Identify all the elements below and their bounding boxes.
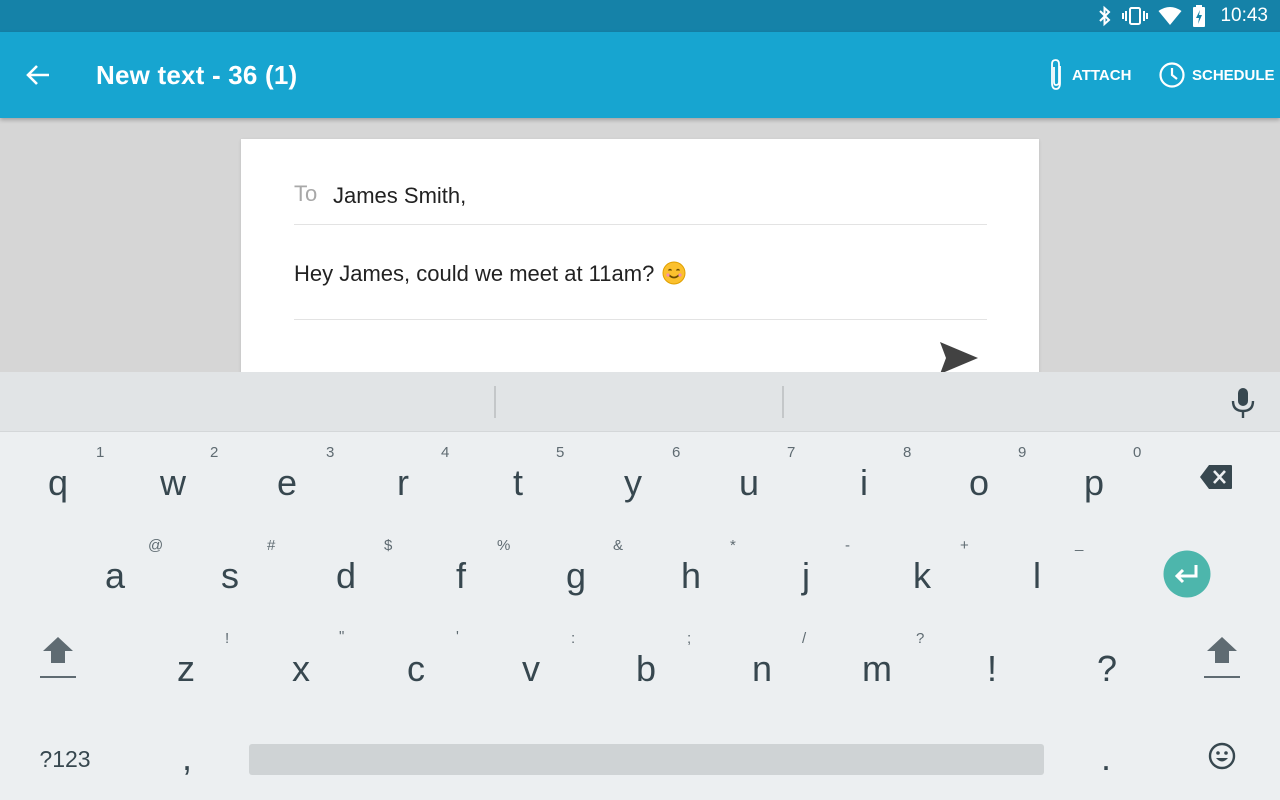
- key-comma[interactable]: ,: [137, 713, 237, 800]
- key-f[interactable]: f%: [411, 527, 511, 617]
- key-m[interactable]: m?: [827, 620, 927, 710]
- key-x[interactable]: x ": [251, 620, 351, 710]
- key-e[interactable]: e3: [237, 434, 337, 524]
- schedule-label: SCHEDULE: [1192, 66, 1275, 84]
- smiling-face-emoji: [662, 261, 686, 291]
- enter-icon: [1163, 550, 1211, 598]
- suggestion-strip: [0, 372, 1280, 432]
- key-s[interactable]: s #: [180, 527, 280, 617]
- message-body: Hey James, could we meet at 11am?: [294, 261, 655, 286]
- key-t[interactable]: t5: [468, 434, 568, 524]
- back-button[interactable]: [18, 55, 58, 95]
- key-q[interactable]: q1: [8, 434, 108, 524]
- shift-icon: [1207, 637, 1237, 663]
- key-b[interactable]: b;: [596, 620, 696, 710]
- key-o[interactable]: o9: [929, 434, 1029, 524]
- symbols-key[interactable]: ?123: [20, 734, 110, 784]
- message-text[interactable]: Hey James, could we meet at 11am?: [294, 257, 686, 287]
- key-question[interactable]: ?: [1057, 620, 1157, 710]
- key-exclamation[interactable]: !: [942, 620, 1042, 710]
- key-l[interactable]: l _: [987, 527, 1087, 617]
- attach-label: ATTACH: [1072, 66, 1132, 84]
- shift-icon: [43, 637, 73, 663]
- shift-key-right[interactable]: [1172, 620, 1272, 710]
- key-c[interactable]: c ': [366, 620, 466, 710]
- key-p[interactable]: p0: [1044, 434, 1144, 524]
- vibrate-icon: [1122, 6, 1149, 26]
- key-g[interactable]: g &: [526, 527, 626, 617]
- shift-key-left[interactable]: [8, 620, 108, 710]
- message-field[interactable]: Hey James, could we meet at 11am?: [294, 225, 987, 320]
- battery-charging-icon: [1192, 5, 1206, 27]
- backspace-icon: [1200, 465, 1232, 489]
- microphone-icon: [1231, 388, 1255, 418]
- compose-card: To James Smith, Hey James, could we meet…: [241, 139, 1039, 379]
- key-h[interactable]: h *: [641, 527, 741, 617]
- space-key[interactable]: [249, 744, 1044, 775]
- key-r[interactable]: r4: [353, 434, 453, 524]
- app-bar: New text - 36 (1) ATTACH SCHEDULE: [0, 32, 1280, 118]
- key-n[interactable]: n /: [712, 620, 812, 710]
- key-i[interactable]: i8: [814, 434, 914, 524]
- paperclip-icon: [1051, 59, 1061, 90]
- key-a[interactable]: a @: [65, 527, 165, 617]
- recipient-field[interactable]: To James Smith,: [294, 179, 987, 225]
- backspace-key[interactable]: [1166, 434, 1266, 524]
- wifi-icon: [1158, 6, 1182, 26]
- schedule-button[interactable]: SCHEDULE: [1158, 58, 1275, 92]
- key-y[interactable]: y6: [583, 434, 683, 524]
- emoji-icon: [1208, 742, 1236, 770]
- attach-button[interactable]: ATTACH: [1046, 58, 1131, 92]
- key-w[interactable]: w2: [123, 434, 223, 524]
- key-v[interactable]: v:: [481, 620, 581, 710]
- clock-icon: [1159, 62, 1185, 88]
- status-bar: 10:43: [0, 0, 1280, 32]
- status-clock: 10:43: [1220, 5, 1268, 26]
- shift-underline: [1204, 676, 1240, 678]
- key-d[interactable]: d $: [296, 527, 396, 617]
- soft-keyboard: q1 w2 e3 r4 t5 y6 u7 i8 o9 p0 a @ s # d $ f…: [0, 372, 1280, 800]
- to-label: To: [294, 181, 318, 206]
- key-period[interactable]: .: [1056, 713, 1156, 800]
- arrow-back-icon: [26, 65, 49, 85]
- key-k[interactable]: k +: [872, 527, 972, 617]
- enter-key[interactable]: [1137, 527, 1237, 617]
- suggestion-divider: [782, 386, 784, 418]
- voice-input-button[interactable]: [1228, 386, 1258, 420]
- emoji-key[interactable]: [1172, 713, 1272, 800]
- key-z[interactable]: z!: [136, 620, 236, 710]
- page-title: New text - 36 (1): [96, 60, 298, 90]
- status-icons: 10:43: [1098, 0, 1268, 32]
- key-j[interactable]: j-: [756, 527, 856, 617]
- bluetooth-icon: [1098, 5, 1112, 27]
- shift-underline: [40, 676, 76, 678]
- key-u[interactable]: u7: [699, 434, 799, 524]
- suggestion-divider: [494, 386, 496, 418]
- recipient-value[interactable]: James Smith,: [333, 183, 466, 209]
